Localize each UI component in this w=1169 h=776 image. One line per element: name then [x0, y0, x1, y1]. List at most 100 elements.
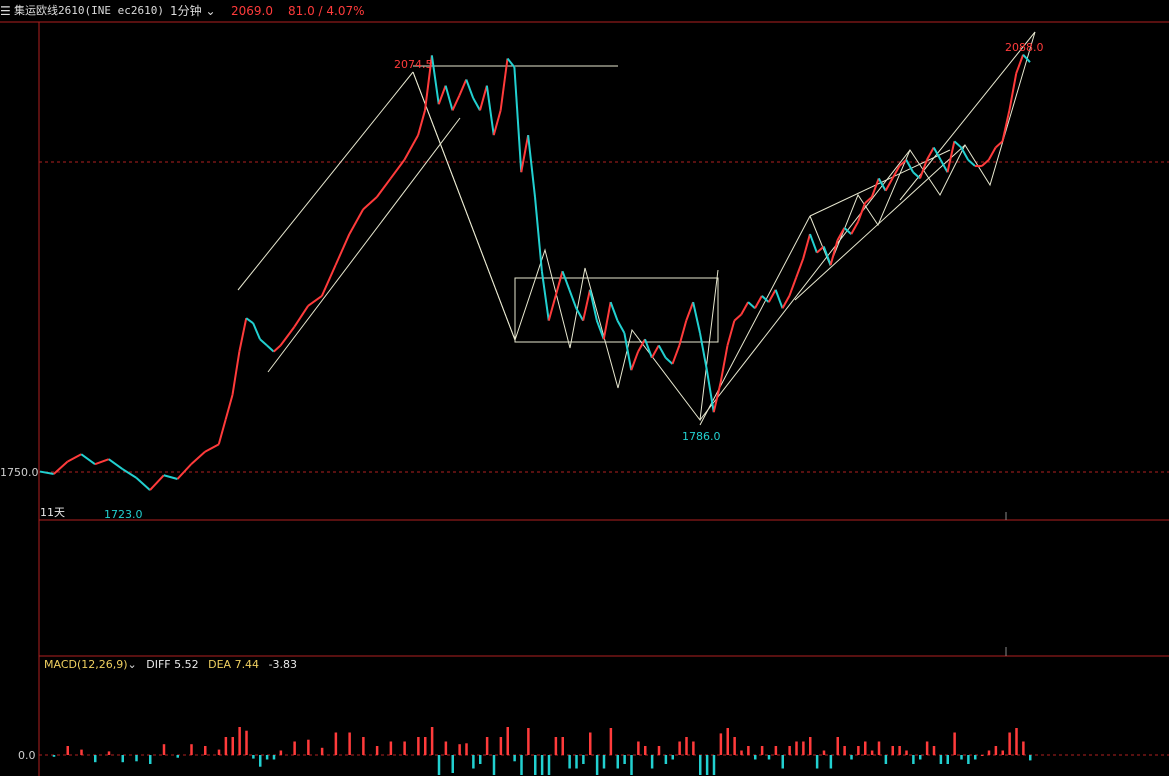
macd-bar [224, 737, 228, 755]
price-segment [981, 159, 990, 167]
price-segment [430, 55, 440, 105]
macd-bar [685, 737, 688, 755]
price-segment [465, 79, 475, 99]
price-segment [932, 147, 942, 161]
macd-bar [1008, 732, 1011, 755]
price-segment [754, 295, 763, 309]
macd-bar [705, 755, 709, 775]
macd-bar [843, 746, 846, 755]
macd-bar [252, 755, 255, 759]
macd-diff: DIFF 5.52 [146, 658, 199, 671]
price-segment [671, 345, 681, 365]
zigzag-line-2[interactable] [699, 215, 811, 426]
macd-bar [80, 749, 83, 755]
price-segment [135, 476, 151, 491]
price-segment [307, 295, 323, 307]
price-segment [348, 208, 364, 235]
macd-value: -3.83 [268, 658, 298, 671]
macd-bar [389, 741, 393, 755]
price-segment [520, 134, 530, 173]
price-segment [568, 289, 578, 309]
price-segment [492, 110, 502, 136]
macd-bar [699, 755, 702, 775]
macd-bar [664, 755, 668, 764]
price-segment [252, 322, 261, 340]
price-segment [685, 301, 695, 322]
macd-bar [190, 744, 193, 755]
macd-dea: DEA 7.44 [208, 658, 260, 671]
macd-bar [953, 732, 956, 755]
macd-bar [472, 755, 475, 769]
macd-bar [259, 755, 262, 767]
price-segment [774, 289, 784, 309]
price-segment [163, 474, 178, 480]
macd-bar [919, 755, 922, 760]
trendline-drawings[interactable] [237, 31, 1036, 426]
channel-lower-line[interactable] [267, 117, 461, 373]
macd-bar [217, 749, 221, 755]
macd-bar [334, 732, 338, 755]
price-segment [190, 451, 206, 465]
chevron-down-icon[interactable]: ⌄ [128, 658, 137, 671]
macd-bar [774, 746, 778, 755]
price-segment [609, 301, 619, 322]
rising-channel-upper[interactable] [809, 149, 951, 217]
macd-bar [1022, 741, 1025, 755]
macd-bar [836, 737, 839, 755]
macd-bar [650, 755, 654, 769]
price-segment [651, 344, 660, 359]
price-segment [376, 177, 392, 198]
price-segment [575, 307, 584, 322]
uptrend-line[interactable] [699, 149, 911, 421]
macd-bar [417, 737, 420, 755]
macd-bar [465, 743, 468, 755]
macd-bar [94, 755, 97, 763]
price-segment [657, 344, 667, 359]
macd-bar [960, 755, 963, 760]
price-segment [1015, 54, 1025, 74]
breakout-line[interactable] [899, 31, 1036, 201]
macd-zero-label: 0.0 [18, 749, 36, 762]
channel-upper-line[interactable] [237, 71, 414, 291]
price-segment [444, 85, 454, 111]
price-segment [795, 258, 805, 278]
price-segment [231, 351, 241, 396]
consolidation-box[interactable] [514, 277, 719, 343]
price-segment [1001, 110, 1011, 142]
rising-channel-lower[interactable] [794, 144, 966, 301]
macd-name[interactable]: MACD(12,26,9) [44, 658, 128, 671]
macd-bar [107, 751, 111, 755]
macd-bar [740, 750, 743, 755]
macd-bar [857, 746, 860, 755]
macd-bar [568, 755, 571, 769]
macd-bar [644, 746, 647, 755]
macd-bar [424, 737, 427, 755]
macd-bar [974, 755, 977, 760]
macd-bar [733, 737, 736, 755]
interval-label: 11天 [40, 506, 65, 519]
price-segment [602, 301, 612, 340]
macd-bar [671, 755, 674, 760]
macd-bar [692, 741, 695, 755]
macd-bar [788, 746, 791, 755]
macd-bar [994, 746, 998, 755]
price-segment [816, 245, 825, 254]
macd-bar [602, 755, 606, 769]
macd-bar [176, 755, 179, 758]
macd-bar [760, 746, 764, 755]
macd-bar [149, 755, 152, 764]
price-segment [389, 159, 406, 180]
price-segment [472, 97, 481, 111]
price-segment [67, 453, 82, 463]
macd-bar [809, 737, 812, 755]
macd-bar [877, 741, 881, 755]
zigzag-line-1[interactable] [412, 71, 719, 422]
macd-bar [238, 727, 241, 755]
macd-bar [864, 741, 867, 755]
macd-bar [1001, 750, 1004, 755]
price-segment [554, 270, 564, 297]
macd-bar [437, 755, 441, 775]
y-tick-label: 1750.0 [0, 466, 39, 479]
macd-header[interactable]: MACD(12,26,9)⌄ DIFF 5.52 DEA 7.44 -3.83 [44, 657, 303, 673]
price-segment [829, 239, 839, 266]
